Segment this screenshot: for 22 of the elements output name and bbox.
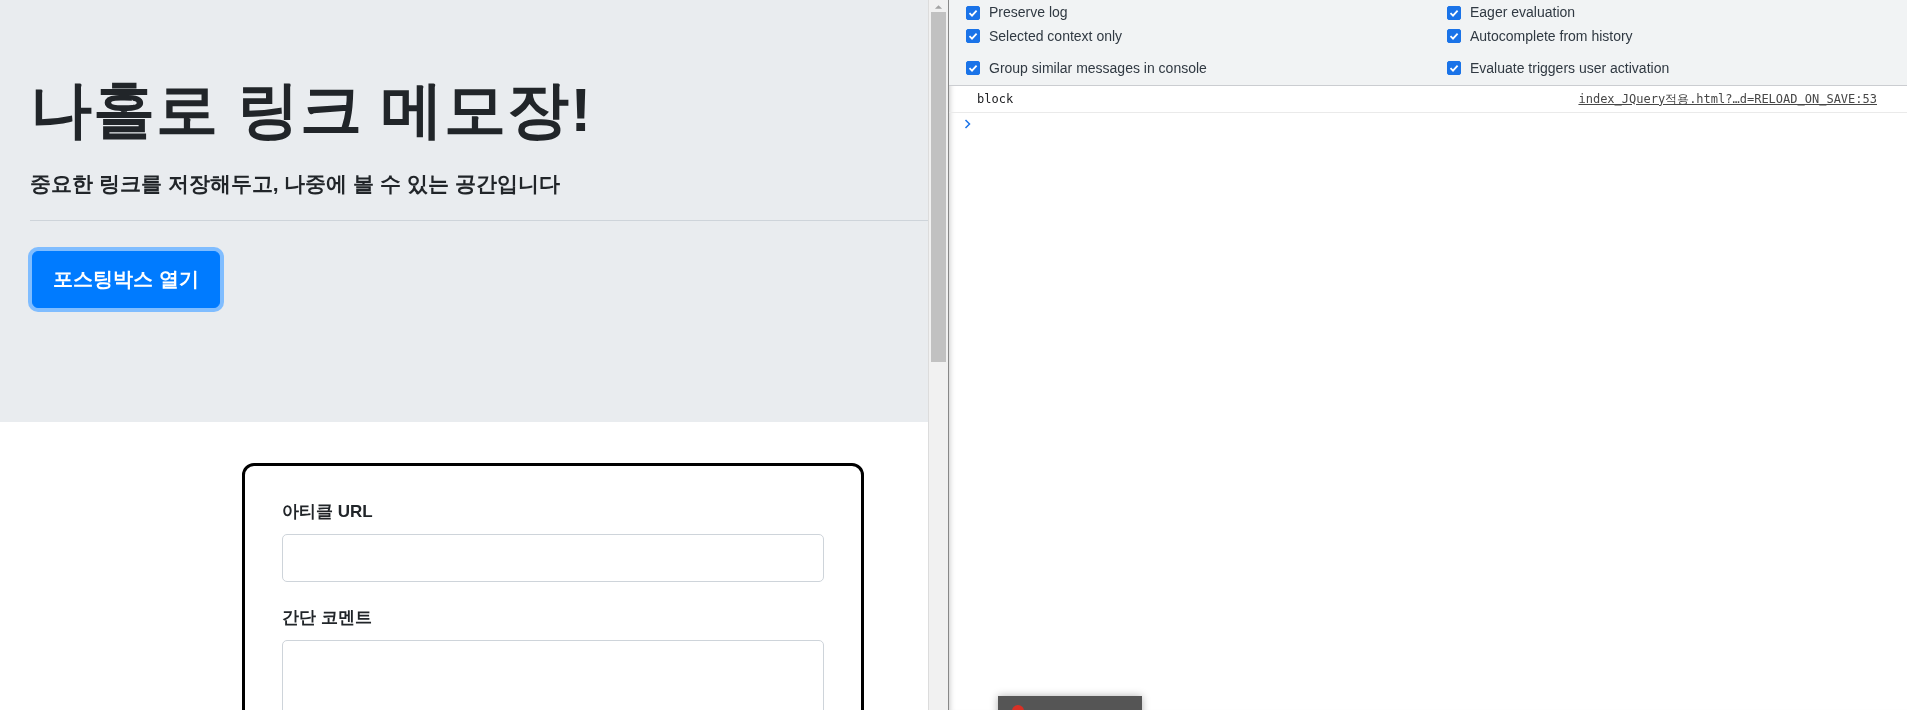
checkbox[interactable] [1447, 29, 1461, 43]
prompt-chevron-icon [964, 119, 971, 129]
field-label: 간단 코멘트 [282, 607, 373, 629]
checkbox-label: Preserve log [989, 4, 1068, 20]
checkbox[interactable] [966, 29, 980, 43]
checkbox[interactable] [1447, 6, 1461, 20]
input-field[interactable] [282, 534, 824, 582]
source-link[interactable]: index_JQuery적용.html?…d=RELOAD_ON_SAVE:53 [1578, 90, 1877, 108]
checkbox[interactable] [966, 6, 980, 20]
checkbox-label: Autocomplete from history [1470, 28, 1633, 44]
scrollbar[interactable] [928, 0, 948, 710]
console-message: block [977, 92, 1014, 106]
field-label: 아티클 URL [282, 501, 374, 523]
checkbox-label: Group similar messages in console [989, 60, 1207, 76]
scrollbar-thumb[interactable] [931, 12, 946, 362]
checkbox-label: Selected context only [989, 28, 1123, 44]
checkbox-label: Eager evaluation [1470, 4, 1576, 20]
checkbox-label: Evaluate triggers user activation [1470, 60, 1670, 76]
checkbox[interactable] [1447, 61, 1461, 75]
page-title: 나홀로 링크 메모장! [30, 74, 594, 146]
checkbox[interactable] [966, 61, 980, 75]
page-subtitle: 중요한 링크를 저장해두고, 나중에 볼 수 있는 공간입니다 [30, 171, 561, 197]
